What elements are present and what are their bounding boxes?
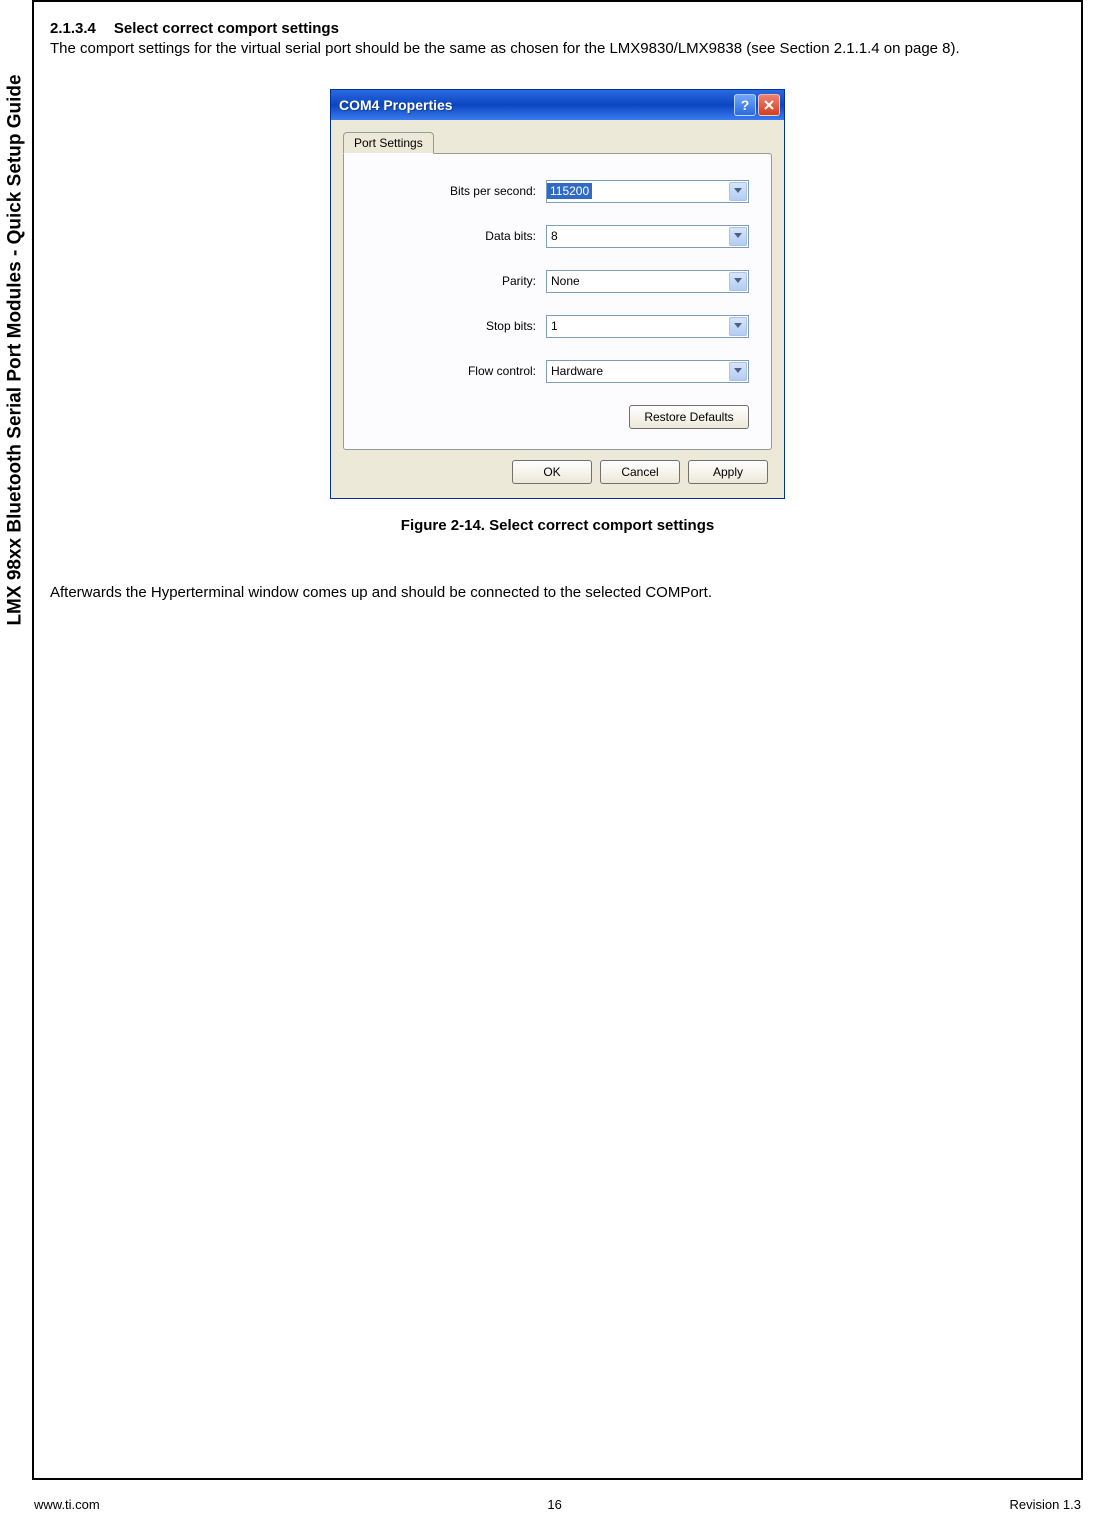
button-label: Restore Defaults bbox=[644, 410, 733, 424]
close-button[interactable] bbox=[758, 94, 780, 116]
select-data-bits[interactable]: 8 bbox=[546, 225, 749, 248]
chevron-down-icon bbox=[729, 362, 747, 381]
label-flow-control: Flow control: bbox=[366, 364, 546, 378]
footer-page-number: 16 bbox=[547, 1497, 561, 1512]
ok-button[interactable]: OK bbox=[512, 460, 592, 484]
restore-defaults-button[interactable]: Restore Defaults bbox=[629, 405, 749, 429]
button-label: Cancel bbox=[621, 465, 658, 479]
field-stop-bits: Stop bits: 1 bbox=[366, 315, 749, 338]
select-bits-per-second[interactable]: 115200 bbox=[546, 180, 749, 203]
intro-paragraph: The comport settings for the virtual ser… bbox=[50, 39, 1065, 59]
label-stop-bits: Stop bits: bbox=[366, 319, 546, 333]
button-label: OK bbox=[543, 465, 560, 479]
chevron-down-icon bbox=[729, 317, 747, 336]
label-data-bits: Data bits: bbox=[366, 229, 546, 243]
field-data-bits: Data bits: 8 bbox=[366, 225, 749, 248]
page-content: 2.1.3.4 Select correct comport settings T… bbox=[50, 20, 1065, 601]
apply-button[interactable]: Apply bbox=[688, 460, 768, 484]
cancel-button[interactable]: Cancel bbox=[600, 460, 680, 484]
tab-label: Port Settings bbox=[354, 136, 423, 150]
help-icon: ? bbox=[741, 97, 750, 113]
tab-port-settings[interactable]: Port Settings bbox=[343, 132, 434, 154]
select-flow-control[interactable]: Hardware bbox=[546, 360, 749, 383]
tab-panel: Bits per second: 115200 Data bits: 8 bbox=[343, 153, 772, 450]
dialog-title: COM4 Properties bbox=[339, 97, 734, 113]
button-label: Apply bbox=[713, 465, 743, 479]
dialog-body: Port Settings Bits per second: 115200 bbox=[331, 120, 784, 498]
label-bits-per-second: Bits per second: bbox=[366, 184, 546, 198]
footer-revision: Revision 1.3 bbox=[1009, 1497, 1081, 1512]
chevron-down-icon bbox=[729, 182, 747, 201]
figure-caption: Figure 2-14. Select correct comport sett… bbox=[401, 517, 714, 534]
tab-strip: Port Settings bbox=[343, 132, 772, 154]
label-parity: Parity: bbox=[366, 274, 546, 288]
select-stop-bits[interactable]: 1 bbox=[546, 315, 749, 338]
select-value: 115200 bbox=[547, 183, 592, 199]
followup-paragraph: Afterwards the Hyperterminal window come… bbox=[50, 584, 1065, 601]
footer-url: www.ti.com bbox=[34, 1497, 100, 1512]
page-footer: www.ti.com 16 Revision 1.3 bbox=[34, 1497, 1081, 1512]
help-button[interactable]: ? bbox=[734, 94, 756, 116]
select-value: 8 bbox=[547, 229, 558, 243]
com-properties-dialog: COM4 Properties ? Port Settings bbox=[330, 89, 785, 499]
restore-row: Restore Defaults bbox=[366, 405, 749, 429]
field-flow-control: Flow control: Hardware bbox=[366, 360, 749, 383]
dialog-bottom-buttons: OK Cancel Apply bbox=[343, 450, 772, 488]
select-value: Hardware bbox=[547, 364, 603, 378]
section-title: Select correct comport settings bbox=[114, 20, 339, 37]
select-parity[interactable]: None bbox=[546, 270, 749, 293]
dialog-titlebar[interactable]: COM4 Properties ? bbox=[331, 90, 784, 120]
section-heading: 2.1.3.4 Select correct comport settings bbox=[50, 20, 1065, 37]
section-number: 2.1.3.4 bbox=[50, 20, 96, 37]
field-parity: Parity: None bbox=[366, 270, 749, 293]
select-value: 1 bbox=[547, 319, 558, 333]
close-icon bbox=[764, 97, 774, 113]
chevron-down-icon bbox=[729, 227, 747, 246]
titlebar-buttons: ? bbox=[734, 94, 780, 116]
select-value: None bbox=[547, 274, 580, 288]
chevron-down-icon bbox=[729, 272, 747, 291]
field-bits-per-second: Bits per second: 115200 bbox=[366, 180, 749, 203]
figure-container: COM4 Properties ? Port Settings bbox=[50, 89, 1065, 534]
sidebar-title: LMX 98xx Bluetooth Serial Port Modules -… bbox=[5, 74, 27, 625]
sidebar-title-container: LMX 98xx Bluetooth Serial Port Modules -… bbox=[2, 0, 30, 700]
